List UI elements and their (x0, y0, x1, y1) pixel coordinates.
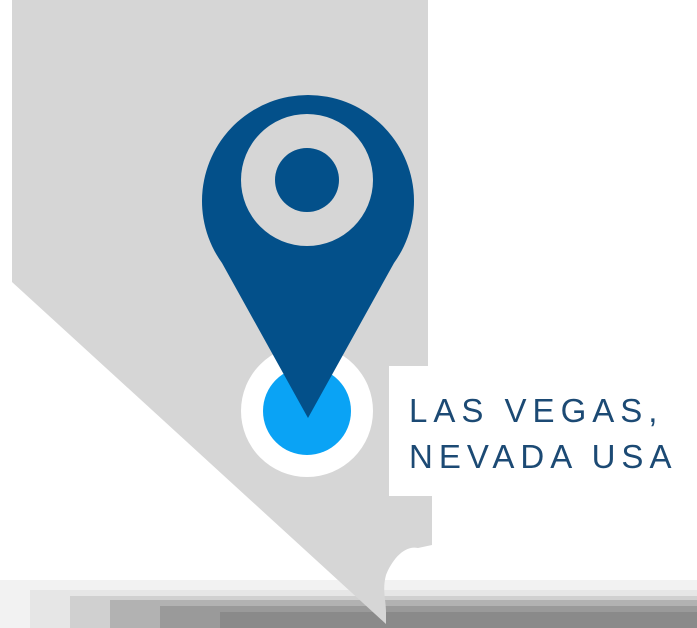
location-city: LAS VEGAS, (409, 392, 664, 429)
map-graphic: LAS VEGAS, NEVADA USA (0, 0, 697, 628)
location-label: LAS VEGAS, NEVADA USA (389, 366, 697, 496)
nevada-map (0, 0, 697, 628)
location-state: NEVADA USA (409, 438, 678, 475)
nevada-state-shape (12, 0, 432, 624)
